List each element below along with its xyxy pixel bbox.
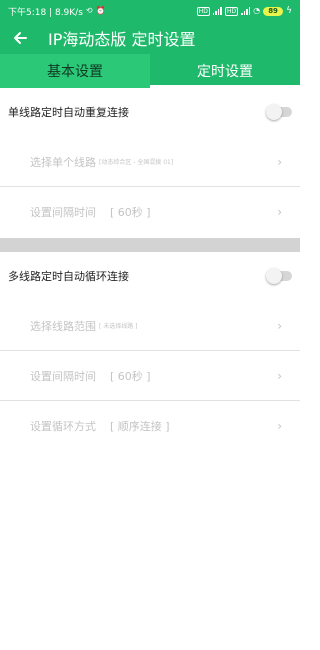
switch-knob <box>266 268 282 284</box>
page-title: IP海动态版 定时设置 <box>48 30 196 49</box>
section-divider <box>0 238 300 252</box>
tab-basic-settings-label: 基本设置 <box>47 64 103 80</box>
switch-knob <box>266 104 282 120</box>
single-line-toggle-label: 单线路定时自动重复连接 <box>8 106 129 119</box>
alarm-icon: ⏰ <box>95 6 106 15</box>
status-left: 下午5:18 | 8.9K/s ⟲ ⏰ <box>8 5 106 18</box>
battery-icon: 89 <box>263 6 284 16</box>
select-line-range-label: 选择线路范围 <box>30 319 96 333</box>
multi-line-toggle-label: 多线路定时自动循环连接 <box>8 270 129 283</box>
multi-line-toggle-row: 多线路定时自动循环连接 <box>0 256 300 296</box>
status-right: HD HD ◔ 89 ϟ <box>196 6 292 16</box>
loop-mode-label: 设置循环方式 <box>30 420 96 433</box>
status-bar: 下午5:18 | 8.9K/s ⟲ ⏰ HD HD ◔ 89 ϟ <box>0 0 300 22</box>
charging-icon: ϟ <box>286 6 292 16</box>
tab-timer-settings-label: 定时设置 <box>197 64 253 80</box>
select-single-line-row[interactable]: 选择单个线路 [动态综合区 - 全国混拨 01] › <box>0 137 300 187</box>
signal-icon <box>212 7 222 15</box>
wifi-icon: ◔ <box>253 6 261 15</box>
select-line-range-row[interactable]: 选择线路范围 [ 未选择线路 ] › <box>0 301 300 351</box>
tab-timer-settings[interactable]: 定时设置 <box>150 54 300 88</box>
app-bar: IP海动态版 定时设置 <box>0 22 300 54</box>
hd2-icon: HD <box>224 6 239 16</box>
chevron-right-icon: › <box>277 419 282 433</box>
signal2-icon <box>241 7 251 15</box>
multi-interval-label: 设置间隔时间 <box>30 369 96 383</box>
chevron-right-icon: › <box>277 318 282 333</box>
tab-basic-settings[interactable]: 基本设置 <box>0 54 150 88</box>
tab-bar: 基本设置 定时设置 <box>0 54 300 88</box>
select-single-line-label: 选择单个线路 <box>30 155 96 169</box>
hd-icon: HD <box>196 6 210 16</box>
select-line-range-detail: [ 未选择线路 ] <box>99 323 138 330</box>
loop-mode-value: [ 顺序连接 ] <box>110 420 170 433</box>
sync-off-icon: ⟲ <box>85 6 93 15</box>
single-line-toggle-switch[interactable] <box>266 104 292 120</box>
status-time-speed: 下午5:18 | 8.9K/s <box>8 7 83 18</box>
arrow-left-icon <box>14 32 27 44</box>
select-single-line-detail: [动态综合区 - 全国混拨 01] <box>99 159 174 166</box>
loop-mode-row[interactable]: 设置循环方式 [ 顺序连接 ] › <box>0 401 300 451</box>
back-button[interactable] <box>0 22 40 54</box>
chevron-right-icon: › <box>277 205 282 219</box>
chevron-right-icon: › <box>277 368 282 383</box>
single-interval-row[interactable]: 设置间隔时间 [ 60秒 ] › <box>0 187 300 237</box>
multi-line-toggle-switch[interactable] <box>266 268 292 284</box>
single-interval-value: [ 60秒 ] <box>110 206 151 219</box>
chevron-right-icon: › <box>277 154 282 169</box>
multi-interval-value: [ 60秒 ] <box>110 369 151 383</box>
tab-indicator <box>150 85 300 88</box>
single-interval-label: 设置间隔时间 <box>30 206 96 219</box>
multi-interval-row[interactable]: 设置间隔时间 [ 60秒 ] › <box>0 351 300 401</box>
single-line-toggle-row: 单线路定时自动重复连接 <box>0 92 300 132</box>
